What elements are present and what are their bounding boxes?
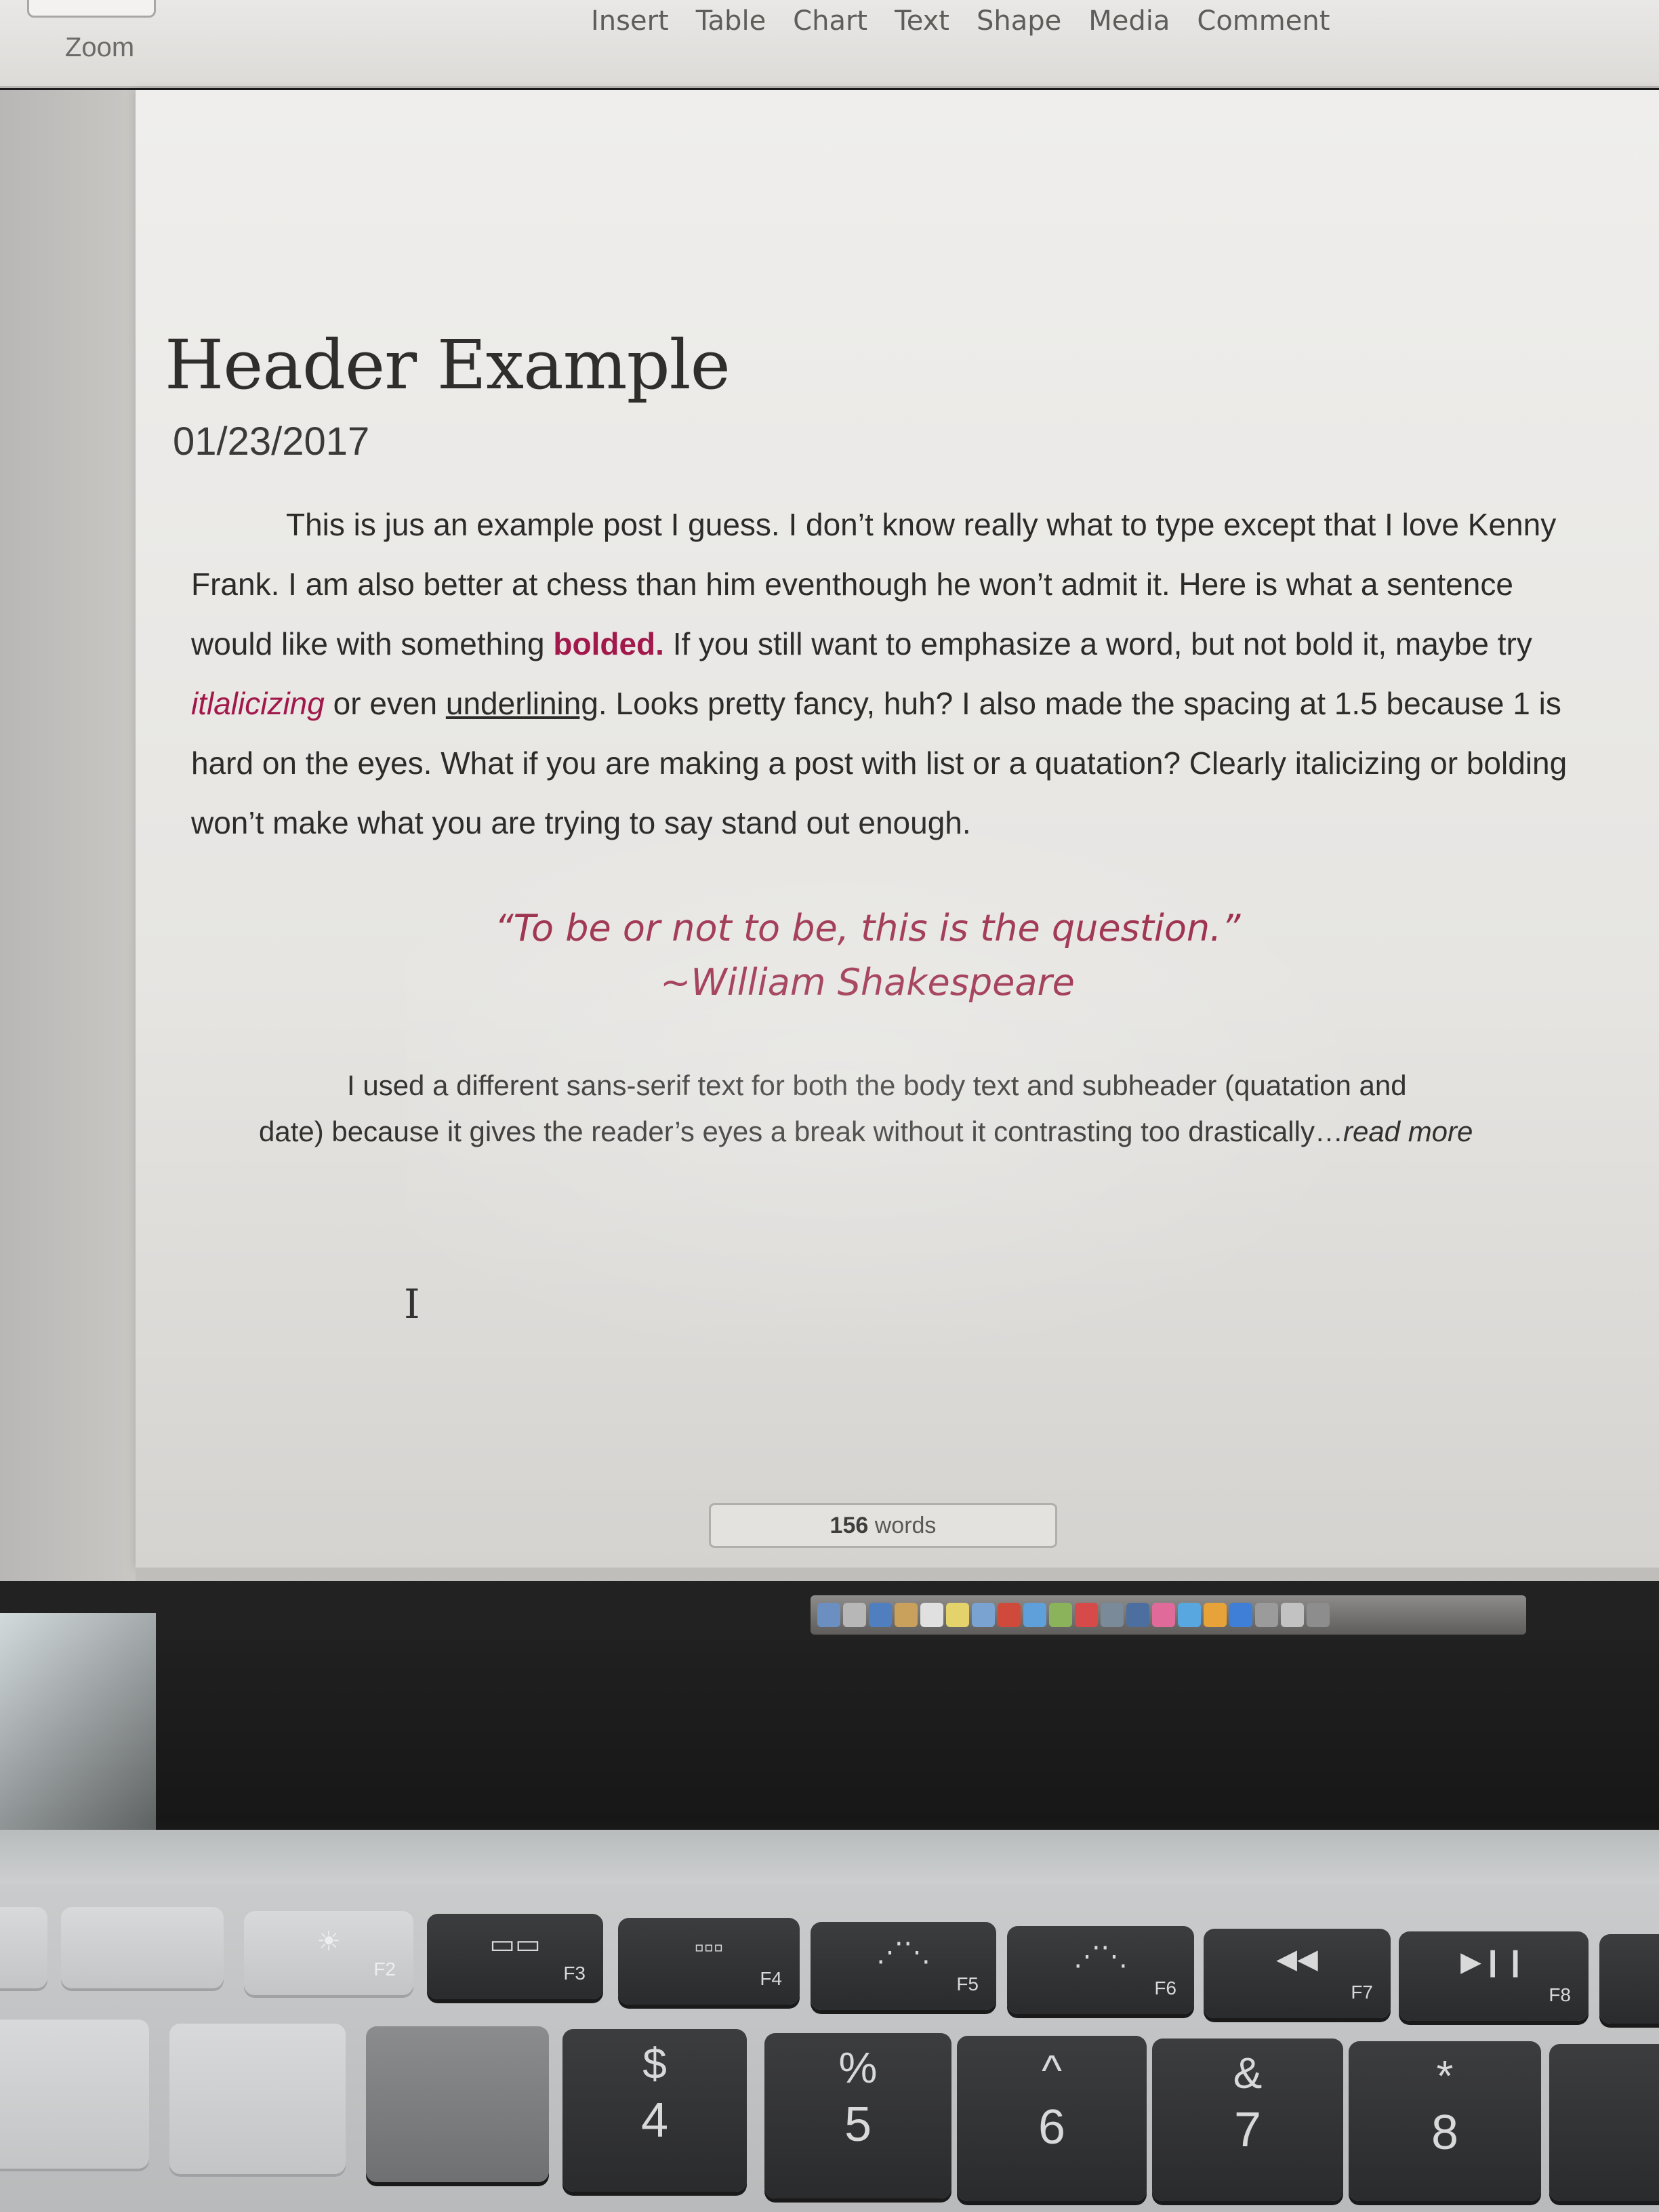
photo-booth-icon[interactable] [998, 1603, 1021, 1627]
system-preferences-icon[interactable] [1255, 1603, 1278, 1627]
word-count-number: 156 [830, 1513, 869, 1538]
zoom-dropdown[interactable] [27, 0, 156, 18]
safari-icon[interactable] [869, 1603, 892, 1627]
messages-icon[interactable] [1023, 1603, 1046, 1627]
toolbar-comment-button[interactable]: Comment [1197, 5, 1330, 37]
downloads-icon[interactable] [1281, 1603, 1304, 1627]
left-sidebar [0, 90, 136, 1581]
key-symbol: $ [642, 2039, 667, 2088]
key-5[interactable]: % 5 [764, 2033, 951, 2198]
keyboard-light-down-icon: ⋰⋱ [876, 1938, 930, 1967]
document-date[interactable]: 01/23/2017 [173, 419, 369, 464]
keynote-icon[interactable] [1229, 1603, 1252, 1627]
key-label: F5 [956, 1973, 979, 1994]
key-f6[interactable]: ⋰⋱ F6 [1007, 1926, 1194, 2014]
key-label: F3 [563, 1963, 586, 1984]
key-f8[interactable]: ▶❙❙ F8 [1399, 1931, 1589, 2021]
key-label: F8 [1549, 1984, 1571, 2005]
notes-icon[interactable] [946, 1603, 969, 1627]
italic-text: itlalicizing [191, 686, 325, 721]
laptop-screen: Zoom Insert Table Chart Text Shape Media… [0, 0, 1659, 1581]
app-toolbar: Zoom Insert Table Chart Text Shape Media… [0, 0, 1659, 88]
toolbar-menu: Insert Table Chart Text Shape Media Comm… [591, 5, 1330, 37]
body-paragraph[interactable]: This is jus an example post I guess. I d… [191, 495, 1574, 853]
key-f4[interactable]: ▫▫▫ F4 [618, 1918, 800, 2005]
body-text-b: If you still want to emphasize a word, b… [663, 626, 1532, 661]
body-text-c: or even [324, 686, 446, 721]
word-count-indicator[interactable]: 156 words [709, 1503, 1057, 1548]
quotation-author: ~William Shakespeare [660, 961, 1075, 1004]
key-f3[interactable]: ▭▭ F3 [427, 1914, 603, 1999]
key-f1-partial[interactable] [0, 1907, 47, 1988]
key-label: F2 [373, 1959, 396, 1980]
contacts-icon[interactable] [895, 1603, 918, 1627]
key-symbol: % [838, 2043, 878, 2092]
underlined-text: underlining [445, 686, 598, 721]
play-pause-icon: ▶❙❙ [1460, 1947, 1527, 1977]
mission-control-icon: ▭▭ [489, 1929, 541, 1959]
finder-icon[interactable] [817, 1603, 840, 1627]
key-4[interactable]: $ 4 [562, 2029, 747, 2192]
key-7[interactable]: & 7 [1152, 2039, 1343, 2201]
trash-icon[interactable] [1307, 1603, 1330, 1627]
toolbar-table-button[interactable]: Table [696, 5, 766, 37]
key-9-partial[interactable] [1549, 2044, 1659, 2201]
key-8[interactable]: * 8 [1349, 2041, 1541, 2201]
key-6[interactable]: ^ 6 [957, 2036, 1147, 2201]
key-digit: 4 [640, 2093, 669, 2148]
key-symbol: * [1436, 2051, 1454, 2100]
key-digit: 6 [1038, 2100, 1066, 2154]
key-symbol: & [1233, 2049, 1263, 2097]
toolbar-text-button[interactable]: Text [895, 5, 949, 37]
quotation-block[interactable]: “To be or not to be, this is the questio… [203, 901, 1532, 1010]
bezel-glare [0, 1613, 156, 1830]
preview-icon[interactable] [972, 1603, 995, 1627]
second-paragraph[interactable]: I used a different sans-serif text for b… [259, 1063, 1479, 1155]
word-count-unit: words [874, 1513, 937, 1538]
mail-icon[interactable] [1126, 1603, 1149, 1627]
bold-text: bolded. [553, 626, 664, 661]
zoom-label: Zoom [65, 33, 135, 62]
toolbar-chart-button[interactable]: Chart [793, 5, 867, 37]
facetime-icon[interactable] [1049, 1603, 1072, 1627]
key-f2[interactable]: ☀ F2 [244, 1911, 413, 1995]
launchpad-icon[interactable] [843, 1603, 866, 1627]
page-edge [136, 1568, 1659, 1581]
iphoto-icon[interactable] [1101, 1603, 1124, 1627]
quotation-text: “To be or not to be, this is the questio… [494, 907, 1241, 949]
key-f7[interactable]: ◀◀ F7 [1204, 1929, 1391, 2018]
key-label: F7 [1351, 1982, 1373, 2003]
key-3-partial[interactable] [169, 2024, 346, 2174]
text-cursor-icon: I [404, 1281, 420, 1328]
calendar-icon[interactable] [920, 1603, 943, 1627]
keyboard-light-up-icon: ⋰⋱ [1073, 1942, 1128, 1971]
key-digit: 8 [1431, 2106, 1459, 2160]
second-paragraph-text: I used a different sans-serif text for b… [259, 1069, 1407, 1147]
toolbar-insert-button[interactable]: Insert [591, 5, 669, 37]
key-3[interactable] [366, 2026, 549, 2182]
photos-icon[interactable] [1075, 1603, 1098, 1627]
key-f5[interactable]: ⋰⋱ F5 [811, 1922, 996, 2010]
toolbar-shape-button[interactable]: Shape [977, 5, 1061, 37]
itunes-icon[interactable] [1152, 1603, 1175, 1627]
dock [811, 1595, 1526, 1635]
read-more-link[interactable]: read more [1343, 1115, 1473, 1147]
launchpad-grid-icon: ▫▫▫ [694, 1933, 724, 1963]
key-label: F4 [760, 1968, 782, 1989]
keyboard: ☀ F2 ▭▭ F3 ▫▫▫ F4 ⋰⋱ F5 ⋰⋱ F6 ◀◀ F7 ▶❙❙ … [0, 1884, 1659, 2212]
key-label: F6 [1154, 1978, 1176, 1999]
rewind-icon: ◀◀ [1276, 1944, 1318, 1974]
key-2-partial[interactable] [0, 2020, 149, 2169]
pages-icon[interactable] [1204, 1603, 1227, 1627]
key-digit: 7 [1233, 2103, 1262, 2157]
key-symbol: ^ [1041, 2046, 1063, 2095]
app-store-icon[interactable] [1178, 1603, 1201, 1627]
brightness-up-icon: ☀ [316, 1927, 341, 1957]
document-title[interactable]: Header Example [165, 325, 731, 405]
key-brightness-down[interactable] [61, 1907, 224, 1988]
key-f9-partial[interactable] [1599, 1934, 1659, 2024]
key-digit: 5 [844, 2097, 872, 2152]
toolbar-media-button[interactable]: Media [1088, 5, 1170, 37]
